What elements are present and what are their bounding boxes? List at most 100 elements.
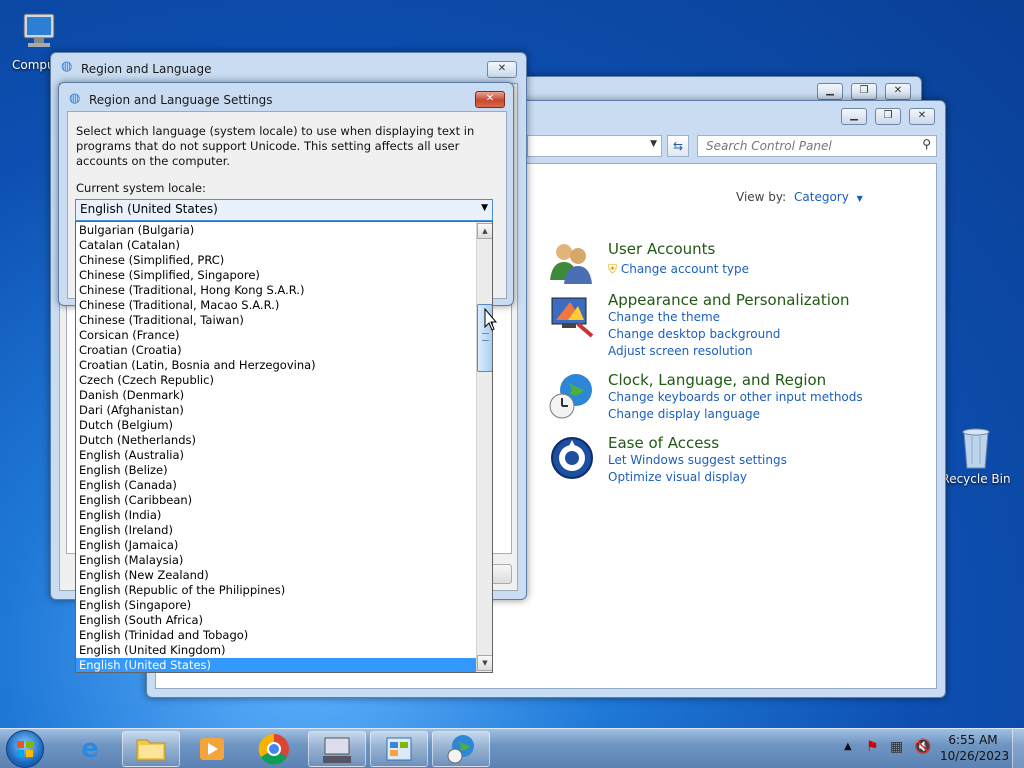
- locale-option[interactable]: Chinese (Traditional, Taiwan): [76, 313, 476, 328]
- locale-option[interactable]: English (United Kingdom): [76, 643, 476, 658]
- locale-option[interactable]: Bulgarian (Bulgaria): [76, 223, 476, 238]
- mouse-cursor-icon: [484, 308, 498, 331]
- minimize-button[interactable]: ▁: [817, 83, 843, 100]
- locale-option[interactable]: English (India): [76, 508, 476, 523]
- recycle-bin-desktop-icon[interactable]: Recycle Bin: [936, 424, 1016, 486]
- chevron-down-icon: ▼: [481, 203, 488, 213]
- uac-shield-icon: ⛨: [608, 262, 618, 276]
- vertical-scrollbar[interactable]: ▲ ▼: [476, 222, 492, 672]
- chevron-down-icon[interactable]: ▼: [650, 139, 657, 149]
- locale-option[interactable]: Chinese (Traditional, Hong Kong S.A.R.): [76, 283, 476, 298]
- folder-icon: [136, 739, 166, 761]
- clock-date: 10/26/2023: [940, 749, 1010, 763]
- refresh-button[interactable]: ⇆: [667, 135, 689, 157]
- region-language-taskbar-button[interactable]: [432, 731, 490, 767]
- locale-option[interactable]: English (South Africa): [76, 613, 476, 628]
- category-heading[interactable]: Ease of Access: [608, 434, 787, 452]
- category-ease-of-access: Ease of Access Let Windows suggest setti…: [608, 434, 787, 486]
- locale-option[interactable]: Croatian (Croatia): [76, 343, 476, 358]
- locale-label: Current system locale:: [76, 181, 206, 195]
- locale-option[interactable]: Croatian (Latin, Bosnia and Herzegovina): [76, 358, 476, 373]
- view-by-dropdown[interactable]: Category ▼: [794, 190, 863, 204]
- locale-option[interactable]: English (Caribbean): [76, 493, 476, 508]
- show-desktop-button[interactable]: [1012, 729, 1024, 768]
- category-heading[interactable]: Appearance and Personalization: [608, 291, 850, 309]
- taskbar: e ▲ ⚑ ▦ 🔇 6:55 AM 10/26/2023: [0, 728, 1024, 768]
- chrome-button[interactable]: [254, 731, 294, 767]
- locale-option[interactable]: English (Malaysia): [76, 553, 476, 568]
- media-player-button[interactable]: [192, 731, 232, 767]
- category-link[interactable]: Change keyboards or other input methods: [608, 389, 863, 406]
- internet-explorer-icon: e: [81, 734, 99, 764]
- scroll-down-button[interactable]: ▼: [477, 655, 492, 671]
- maximize-button[interactable]: ❐: [851, 83, 877, 100]
- search-icon: ⚲: [922, 137, 931, 151]
- locale-option[interactable]: Danish (Denmark): [76, 388, 476, 403]
- locale-items: Bulgarian (Bulgaria) Catalan (Catalan) Chi…: [76, 223, 476, 672]
- system-locale-dropdown-list[interactable]: Bulgarian (Bulgaria) Catalan (Catalan) Chi…: [75, 221, 493, 673]
- start-button[interactable]: [6, 730, 44, 768]
- locale-option[interactable]: Chinese (Simplified, Singapore): [76, 268, 476, 283]
- locale-option[interactable]: English (Trinidad and Tobago): [76, 628, 476, 643]
- appearance-icon[interactable]: [548, 294, 594, 341]
- close-button[interactable]: ✕: [475, 91, 505, 108]
- address-bar[interactable]: ▼: [527, 135, 662, 157]
- category-link[interactable]: ⛨ Change account type: [608, 261, 749, 278]
- keyboard-settings-button[interactable]: [308, 731, 366, 767]
- category-link[interactable]: Change desktop background: [608, 326, 850, 343]
- maximize-button[interactable]: ❐: [875, 108, 901, 125]
- category-link[interactable]: Change the theme: [608, 309, 850, 326]
- locale-option[interactable]: Czech (Czech Republic): [76, 373, 476, 388]
- user-accounts-icon[interactable]: [548, 240, 594, 287]
- locale-option[interactable]: Dutch (Netherlands): [76, 433, 476, 448]
- category-link[interactable]: Change display language: [608, 406, 863, 423]
- category-heading[interactable]: User Accounts: [608, 240, 749, 258]
- file-explorer-button[interactable]: [122, 731, 180, 767]
- locale-option[interactable]: English (Belize): [76, 463, 476, 478]
- category-link[interactable]: Let Windows suggest settings: [608, 452, 787, 469]
- category-link[interactable]: Optimize visual display: [608, 469, 787, 486]
- action-center-icon[interactable]: ⚑: [866, 739, 879, 755]
- network-icon[interactable]: ▦: [890, 739, 903, 755]
- control-panel-taskbar-button[interactable]: [370, 731, 428, 767]
- locale-option[interactable]: English (Jamaica): [76, 538, 476, 553]
- description-text: Select which language (system locale) to…: [76, 124, 475, 168]
- locale-option[interactable]: Dari (Afghanistan): [76, 403, 476, 418]
- locale-option[interactable]: English (Ireland): [76, 523, 476, 538]
- ease-of-access-icon[interactable]: [550, 436, 594, 483]
- search-input[interactable]: Search Control Panel ⚲: [697, 135, 937, 157]
- locale-option[interactable]: Chinese (Simplified, PRC): [76, 253, 476, 268]
- show-hidden-icons-button[interactable]: ▲: [844, 741, 852, 752]
- close-button[interactable]: ✕: [909, 108, 935, 125]
- category-heading[interactable]: Clock, Language, and Region: [608, 371, 863, 389]
- windows-logo-icon: [17, 741, 33, 757]
- locale-option[interactable]: English (Canada): [76, 478, 476, 493]
- category-link[interactable]: Adjust screen resolution: [608, 343, 850, 360]
- category-clock-language-region: Clock, Language, and Region Change keybo…: [608, 371, 863, 423]
- close-button[interactable]: ✕: [487, 61, 517, 78]
- volume-muted-icon[interactable]: 🔇: [914, 739, 931, 755]
- view-by-label: View by:: [736, 190, 787, 204]
- recycle-bin-label: Recycle Bin: [941, 472, 1011, 486]
- locale-option[interactable]: English (Australia): [76, 448, 476, 463]
- category-user-accounts: User Accounts ⛨ Change account type: [608, 240, 749, 278]
- locale-option[interactable]: English (Singapore): [76, 598, 476, 613]
- locale-option[interactable]: English (Republic of the Philippines): [76, 583, 476, 598]
- globe-icon: ◍: [61, 59, 73, 74]
- globe-clock-icon: [447, 735, 474, 764]
- clock[interactable]: 6:55 AM 10/26/2023: [940, 733, 1010, 763]
- locale-option[interactable]: Dutch (Belgium): [76, 418, 476, 433]
- internet-explorer-button[interactable]: e: [70, 731, 110, 767]
- scroll-up-button[interactable]: ▲: [477, 223, 492, 239]
- locale-option[interactable]: Catalan (Catalan): [76, 238, 476, 253]
- minimize-button[interactable]: ▁: [841, 108, 867, 125]
- system-locale-combobox[interactable]: English (United States) ▼: [75, 199, 493, 221]
- close-button[interactable]: ✕: [885, 83, 911, 100]
- clock-language-region-icon[interactable]: [548, 372, 594, 423]
- refresh-icon: ⇆: [672, 139, 684, 153]
- locale-option[interactable]: Corsican (France): [76, 328, 476, 343]
- locale-option[interactable]: English (United States): [76, 658, 476, 672]
- locale-option[interactable]: English (New Zealand): [76, 568, 476, 583]
- computer-icon: [18, 10, 62, 54]
- locale-option[interactable]: Chinese (Traditional, Macao S.A.R.): [76, 298, 476, 313]
